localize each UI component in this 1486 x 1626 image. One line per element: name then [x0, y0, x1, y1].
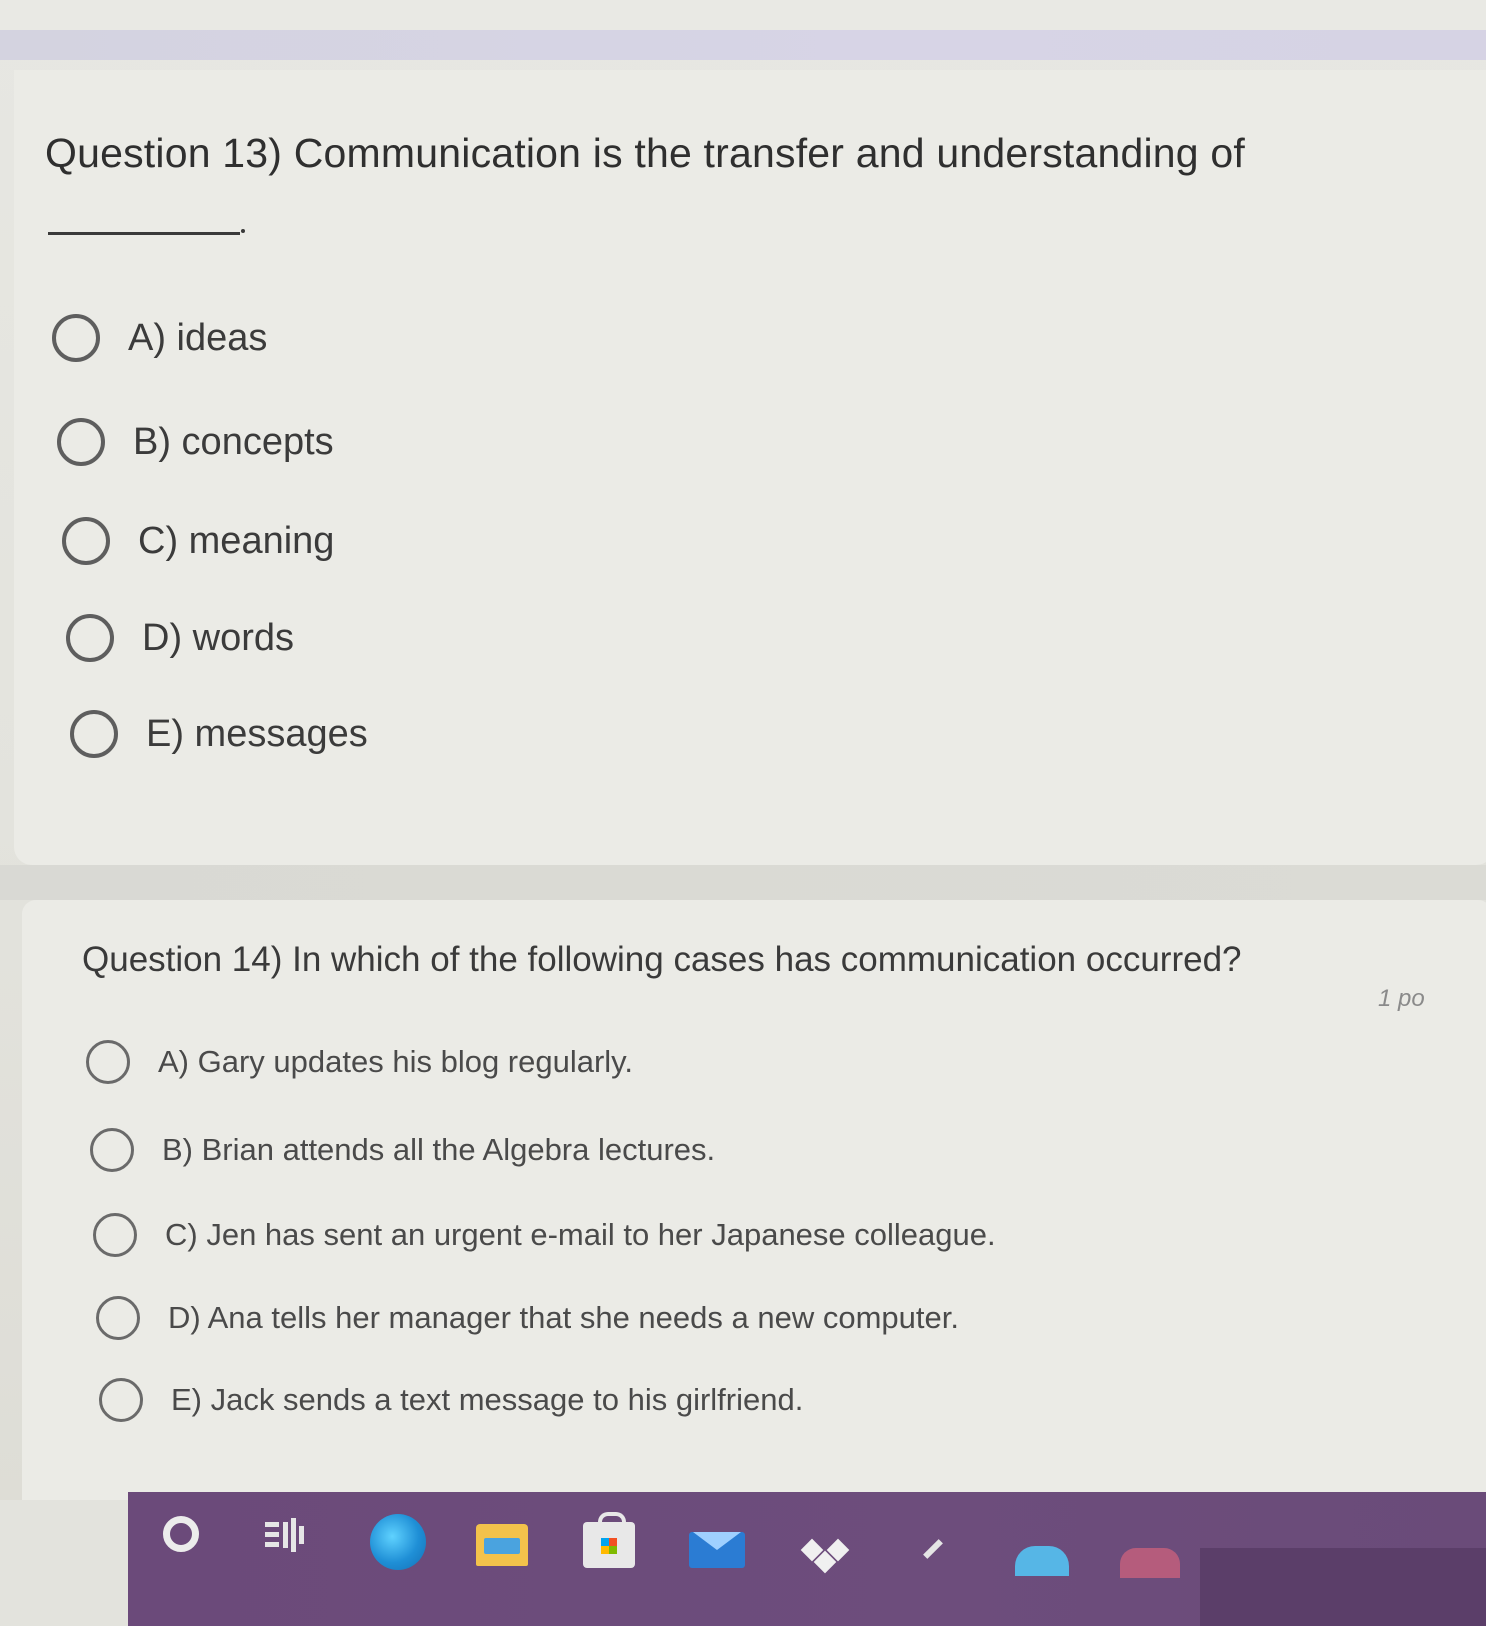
q13-option-e[interactable]: E) messages	[70, 710, 368, 758]
taskbar-right-region	[1200, 1548, 1486, 1626]
top-band	[0, 0, 1486, 30]
radio-button[interactable]	[86, 1040, 130, 1084]
checkmark-app-icon[interactable]	[914, 1538, 948, 1574]
option-label: B) concepts	[133, 420, 334, 463]
radio-button[interactable]	[70, 710, 118, 758]
radio-button[interactable]	[99, 1378, 143, 1422]
card-separator	[0, 865, 1486, 900]
edge-icon[interactable]	[370, 1514, 426, 1570]
mail-icon[interactable]	[689, 1532, 745, 1568]
q14-option-d[interactable]: D) Ana tells her manager that she needs …	[96, 1296, 959, 1340]
question-13-blank-period	[241, 229, 245, 233]
radio-button[interactable]	[90, 1128, 134, 1172]
question-13-title: Question 13) Communication is the transf…	[45, 130, 1245, 176]
q13-option-a[interactable]: A) ideas	[52, 314, 267, 362]
option-label: A) ideas	[128, 316, 268, 359]
radio-button[interactable]	[52, 314, 100, 362]
option-label: D) Ana tells her manager that she needs …	[168, 1300, 959, 1335]
question-14-title: Question 14) In which of the following c…	[82, 940, 1242, 979]
radio-button[interactable]	[62, 517, 110, 565]
radio-button[interactable]	[66, 614, 114, 662]
form-accent-bar	[0, 30, 1486, 60]
q14-option-b[interactable]: B) Brian attends all the Algebra lecture…	[90, 1128, 715, 1172]
q14-option-c[interactable]: C) Jen has sent an urgent e-mail to her …	[93, 1213, 996, 1257]
q13-option-b[interactable]: B) concepts	[57, 418, 334, 466]
file-explorer-icon[interactable]	[476, 1524, 528, 1566]
points-label: 1 po	[1378, 985, 1425, 1012]
store-icon[interactable]	[583, 1512, 635, 1568]
dropbox-icon[interactable]	[798, 1538, 854, 1574]
q14-option-a[interactable]: A) Gary updates his blog regularly.	[86, 1040, 633, 1084]
active-app-icon[interactable]	[1120, 1548, 1180, 1578]
question-13-blank-line	[48, 232, 240, 235]
page: Question 13) Communication is the transf…	[0, 0, 1486, 1626]
option-label: C) Jen has sent an urgent e-mail to her …	[165, 1217, 996, 1252]
option-label: B) Brian attends all the Algebra lecture…	[162, 1132, 716, 1167]
option-label: C) meaning	[138, 519, 335, 562]
desk-area	[0, 1500, 128, 1626]
radio-button[interactable]	[93, 1213, 137, 1257]
q13-option-c[interactable]: C) meaning	[62, 517, 334, 565]
q14-option-e[interactable]: E) Jack sends a text message to his girl…	[99, 1378, 803, 1422]
option-label: A) Gary updates his blog regularly.	[158, 1044, 633, 1079]
cloud-app-icon[interactable]	[1015, 1546, 1069, 1576]
q13-option-d[interactable]: D) words	[66, 614, 294, 662]
option-label: E) messages	[146, 712, 368, 755]
option-label: D) words	[142, 616, 295, 659]
radio-button[interactable]	[96, 1296, 140, 1340]
search-icon[interactable]	[163, 1516, 199, 1552]
task-view-icon[interactable]	[265, 1518, 305, 1552]
radio-button[interactable]	[57, 418, 105, 466]
option-label: E) Jack sends a text message to his girl…	[171, 1382, 804, 1417]
